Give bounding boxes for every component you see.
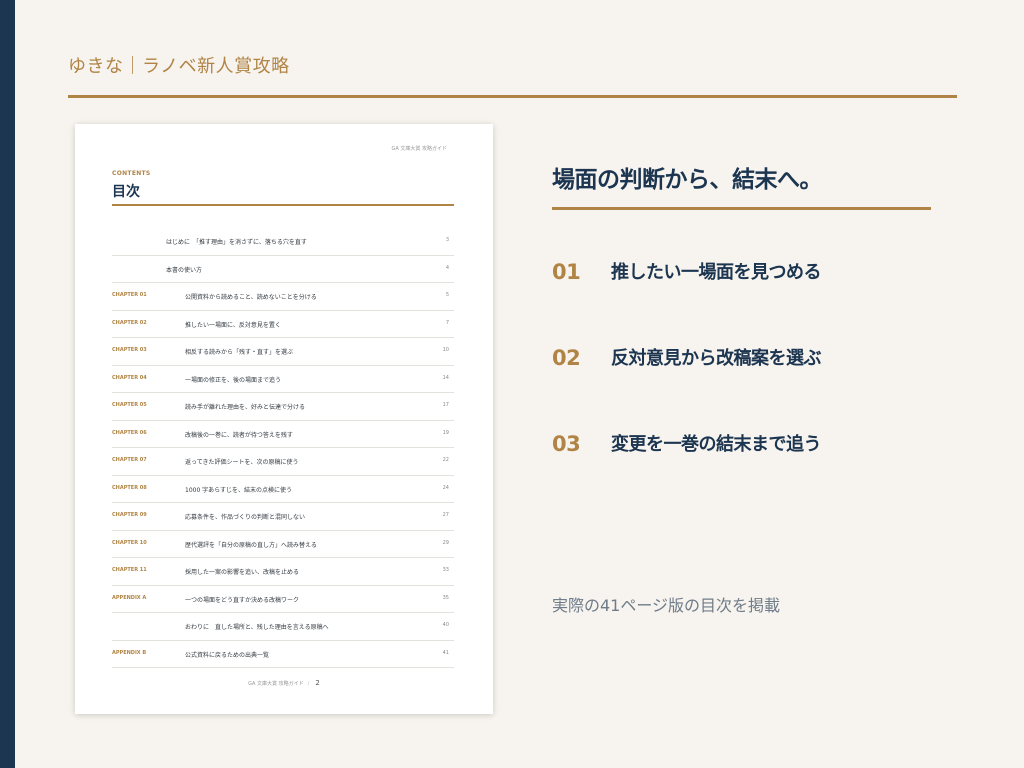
toc-chapter-label: CHAPTER 06 bbox=[112, 429, 147, 436]
toc-entry-title: 本書の使い方 bbox=[166, 266, 203, 274]
main-heading-divider bbox=[552, 207, 931, 210]
toc-entry-title: 返ってきた評価シートを、次の原稿に使う bbox=[185, 459, 299, 466]
toc-row: CHAPTER 05 読み手が離れた理由を、好みと伝達で分ける 17 bbox=[112, 393, 454, 421]
toc-entry-title: おわりに 直した場所と、残した理由を言える原稿へ bbox=[185, 624, 329, 631]
toc-entry-title: 採用した一案の影響を追い、改稿を止める bbox=[185, 569, 300, 576]
toc-chapter-label: CHAPTER 08 bbox=[112, 484, 147, 491]
toc-entry-title: 相反する読みから「残す・直す」を選ぶ bbox=[185, 349, 294, 356]
toc-page-number: 29 bbox=[442, 539, 449, 546]
toc-row: CHAPTER 06 改稿後の一巻に、読者が待つ答えを残す 19 bbox=[112, 421, 454, 448]
footnote: 実際の41ページ版の目次を掲載 bbox=[552, 596, 781, 615]
running-head: GA 文庫大賞 攻略ガイド bbox=[391, 146, 447, 152]
toc-entry-title: 一つの場面をどう直すか決める改稿ワーク bbox=[185, 596, 300, 604]
toc-row: 本書の使い方 4 bbox=[112, 256, 454, 283]
toc-row: APPENDIX B 公式資料に戻るための出典一覧 41 bbox=[112, 641, 454, 668]
footer-separator: / bbox=[307, 681, 310, 687]
toc-row: おわりに 直した場所と、残した理由を言える原稿へ 40 bbox=[112, 613, 454, 641]
toc-page-number: 35 bbox=[442, 594, 449, 601]
toc-row: CHAPTER 10 歴代選評を「自分の原稿の直し方」へ読み替える 29 bbox=[112, 531, 454, 558]
toc-chapter-label: CHAPTER 05 bbox=[112, 402, 147, 408]
toc-entry-title: 公開資料から読めること、読めないことを分ける bbox=[185, 294, 317, 301]
toc-page-number: 41 bbox=[442, 649, 449, 656]
toc-page-number: 5 bbox=[445, 292, 449, 298]
toc-entry-title: 応募条件を、作品づくりの判断と混同しない bbox=[185, 514, 306, 521]
toc-entry-title: 推したい一場面に、反対意見を置く bbox=[185, 321, 281, 329]
toc-chapter-label: CHAPTER 03 bbox=[112, 347, 147, 353]
point-number: 03 bbox=[552, 432, 581, 456]
point-number: 02 bbox=[552, 346, 581, 370]
toc-entry-title: 読み手が離れた理由を、好みと伝達で分ける bbox=[185, 404, 306, 411]
toc-row: CHAPTER 11 採用した一案の影響を追い、改稿を止める 33 bbox=[112, 558, 454, 586]
toc-page-number: 17 bbox=[442, 402, 449, 408]
toc-page-number: 19 bbox=[442, 429, 449, 436]
toc-row: CHAPTER 09 応募条件を、作品づくりの判断と混同しない 27 bbox=[112, 503, 454, 531]
toc-entry-title: 公式資料に戻るための出典一覧 bbox=[185, 651, 270, 659]
toc-page-number: 27 bbox=[442, 512, 449, 518]
table-of-contents: はじめに 「推す理由」を消さずに、落ちる穴を直す 3 本書の使い方 4 CHAPTER … bbox=[112, 228, 454, 668]
toc-page-number: 10 bbox=[442, 347, 449, 353]
toc-chapter-label: CHAPTER 11 bbox=[112, 567, 147, 573]
toc-chapter-label: APPENDIX A bbox=[112, 594, 147, 601]
toc-entry-title: 1000 字あらすじを、結末の点検に使う bbox=[185, 486, 293, 494]
contents-kicker: CONTENTS bbox=[112, 170, 151, 177]
main-heading: 場面の判断から、結末へ。 bbox=[552, 167, 823, 193]
footer-page-number: 2 bbox=[315, 679, 320, 687]
toc-page-number: 22 bbox=[442, 457, 449, 463]
toc-row: はじめに 「推す理由」を消さずに、落ちる穴を直す 3 bbox=[112, 228, 454, 256]
toc-chapter-label: APPENDIX B bbox=[112, 649, 147, 656]
toc-page-number: 7 bbox=[445, 319, 449, 326]
toc-chapter-label: CHAPTER 09 bbox=[112, 512, 147, 518]
toc-entry-title: はじめに 「推す理由」を消さずに、落ちる穴を直す bbox=[166, 239, 307, 246]
toc-row: CHAPTER 07 返ってきた評価シートを、次の原稿に使う 22 bbox=[112, 448, 454, 476]
toc-page-number: 33 bbox=[442, 567, 449, 573]
toc-row: CHAPTER 01 公開資料から読めること、読めないことを分ける 5 bbox=[112, 283, 454, 311]
toc-page-number: 40 bbox=[442, 622, 449, 628]
toc-page-number: 3 bbox=[445, 237, 449, 243]
header-divider bbox=[68, 95, 957, 98]
toc-chapter-label: CHAPTER 04 bbox=[112, 374, 147, 381]
toc-row: CHAPTER 02 推したい一場面に、反対意見を置く 7 bbox=[112, 311, 454, 338]
toc-page-number: 24 bbox=[442, 484, 449, 491]
toc-chapter-label: CHAPTER 01 bbox=[112, 292, 147, 298]
toc-chapter-label: CHAPTER 02 bbox=[112, 319, 147, 326]
toc-page-number: 14 bbox=[442, 374, 449, 381]
contents-divider bbox=[112, 204, 454, 206]
point-number: 01 bbox=[552, 260, 581, 284]
toc-page-number: 4 bbox=[445, 264, 449, 271]
footer-text: GA 文庫大賞 攻略ガイド bbox=[248, 681, 304, 687]
contents-title: 目次 bbox=[112, 184, 140, 200]
point-text: 反対意見から改稿案を選ぶ bbox=[611, 348, 822, 369]
header-title: ゆきな｜ラノベ新人賞攻略 bbox=[68, 56, 290, 77]
side-accent-bar bbox=[0, 0, 15, 768]
toc-entry-title: 改稿後の一巻に、読者が待つ答えを残す bbox=[185, 431, 293, 439]
toc-entry-title: 一場面の修正を、後の場面まで追う bbox=[185, 376, 282, 384]
toc-row: CHAPTER 08 1000 字あらすじを、結末の点検に使う 24 bbox=[112, 476, 454, 503]
point-text: 変更を一巻の結末まで追う bbox=[611, 434, 822, 455]
point-text: 推したい一場面を見つめる bbox=[611, 262, 822, 283]
toc-entry-title: 歴代選評を「自分の原稿の直し方」へ読み替える bbox=[185, 541, 317, 549]
toc-row: APPENDIX A 一つの場面をどう直すか決める改稿ワーク 35 bbox=[112, 586, 454, 613]
document-page-preview: GA 文庫大賞 攻略ガイド CONTENTS 目次 はじめに 「推す理由」を消さ… bbox=[75, 124, 493, 714]
toc-row: CHAPTER 03 相反する読みから「残す・直す」を選ぶ 10 bbox=[112, 338, 454, 366]
toc-chapter-label: CHAPTER 10 bbox=[112, 539, 147, 546]
page-footer: GA 文庫大賞 攻略ガイド/ 2 bbox=[75, 679, 493, 687]
toc-chapter-label: CHAPTER 07 bbox=[112, 457, 147, 463]
toc-row: CHAPTER 04 一場面の修正を、後の場面まで追う 14 bbox=[112, 366, 454, 393]
